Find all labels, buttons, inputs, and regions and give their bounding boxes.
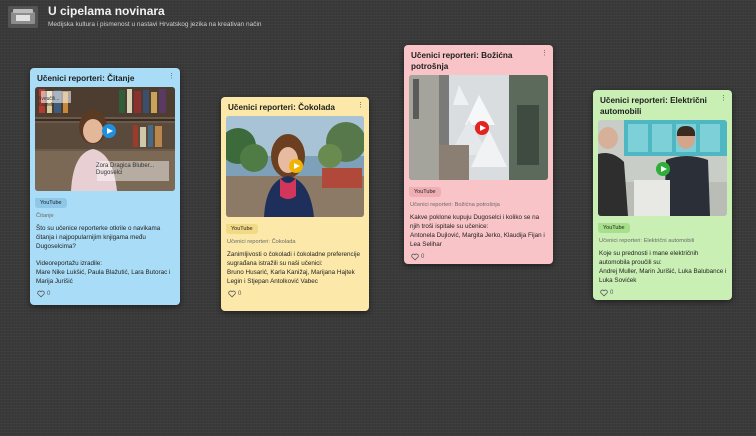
more-options-icon[interactable]: ⋮ xyxy=(720,94,727,103)
card-source: Učenici reporteri: Božićna potrošnja xyxy=(410,202,500,208)
card-title: Učenici reporteri: Božićna potrošnja xyxy=(411,51,513,71)
play-button-icon[interactable] xyxy=(475,121,489,135)
youtube-badge: YouTube xyxy=(35,198,67,208)
like-control[interactable]: 0 xyxy=(35,290,175,298)
card-source: Čitanje xyxy=(36,213,54,219)
card-title: Učenici reporteri: Čokolada xyxy=(228,103,335,112)
thumbnail-caption-bottom: Zora Dragica Bluber... Dugoselci xyxy=(96,163,155,176)
card-credits: Videoreportažu izradile: Mare Nike Lukši… xyxy=(36,260,171,285)
card-title: Učenici reporteri: Čitanje xyxy=(37,74,135,83)
like-control[interactable]: 0 xyxy=(226,290,364,298)
video-thumbnail[interactable] xyxy=(226,116,364,217)
post-card-cokolada[interactable]: Učenici reporteri: Čokolada ⋮ YouTube Uč… xyxy=(221,97,369,311)
like-count: 0 xyxy=(47,291,51,297)
card-description: Koje su prednosti i mane električnih aut… xyxy=(599,250,727,284)
like-count: 0 xyxy=(238,291,242,297)
card-source: Učenici reporteri: Električni automobili xyxy=(599,238,695,244)
video-thumbnail[interactable] xyxy=(409,75,548,180)
play-button-icon[interactable] xyxy=(656,162,670,176)
like-count: 0 xyxy=(610,290,614,296)
card-body: Što su učenice reporterke otkrile o navi… xyxy=(35,224,175,286)
heart-icon[interactable] xyxy=(37,290,45,298)
youtube-badge: YouTube xyxy=(226,224,258,234)
more-options-icon[interactable]: ⋮ xyxy=(357,101,364,110)
play-button-icon[interactable] xyxy=(102,124,116,138)
more-options-icon[interactable]: ⋮ xyxy=(541,49,548,58)
card-description: Što su učenice reporterke otkrile o navi… xyxy=(36,225,161,250)
heart-icon[interactable] xyxy=(600,289,608,297)
more-options-icon[interactable]: ⋮ xyxy=(168,72,175,81)
page-header: U cipelama novinara Medijska kultura i p… xyxy=(8,4,262,29)
card-body: Koje su prednosti i mane električnih aut… xyxy=(598,249,727,285)
post-card-bozicna-potrosnja[interactable]: Učenici reporteri: Božićna potrošnja ⋮ Y… xyxy=(404,45,553,264)
video-thumbnail[interactable] xyxy=(598,120,727,216)
card-body: Kakve poklone kupuju Dugoselci i koliko … xyxy=(409,213,548,249)
page-title: U cipelama novinara xyxy=(48,4,165,18)
card-body: Zanimljivosti o čokoladi i čokoladne pre… xyxy=(226,250,364,286)
play-button-icon[interactable] xyxy=(289,159,303,173)
like-count: 0 xyxy=(421,254,425,260)
like-control[interactable]: 0 xyxy=(598,289,727,297)
card-description: Kakve poklone kupuju Dugoselci i koliko … xyxy=(410,214,545,248)
card-source: Učenici reporteri: Čokolada xyxy=(227,239,296,245)
youtube-badge: YouTube xyxy=(598,223,630,233)
board-logo-icon[interactable] xyxy=(8,6,38,28)
heart-icon[interactable] xyxy=(411,253,419,261)
youtube-badge: YouTube xyxy=(409,187,441,197)
post-card-elektricni-automobili[interactable]: Učenici reporteri: Električni automobili… xyxy=(593,90,732,300)
card-title: Učenici reporteri: Električni automobili xyxy=(600,96,707,116)
thumbnail-caption-top: Sveučili... Zagreb xyxy=(38,96,60,108)
like-control[interactable]: 0 xyxy=(409,253,548,261)
heart-icon[interactable] xyxy=(228,290,236,298)
card-description: Zanimljivosti o čokoladi i čokoladne pre… xyxy=(227,251,361,285)
page-subtitle: Medijska kultura i pismenost u nastavi H… xyxy=(48,21,262,28)
